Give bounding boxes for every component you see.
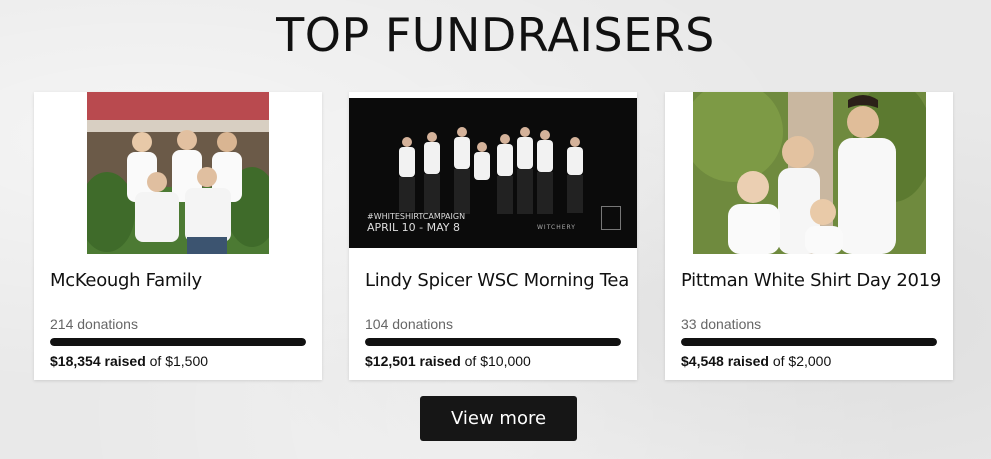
progress-bar	[50, 338, 306, 346]
donation-count: 33 donations	[681, 316, 762, 332]
donation-count: 214 donations	[50, 316, 138, 332]
raised-summary: $18,354 raised of $1,500	[50, 353, 208, 369]
progress-fill	[50, 338, 306, 346]
view-more-button[interactable]: View more	[420, 396, 577, 441]
fundraiser-card-mckeough[interactable]: McKeough Family 214 donations $18,354 ra…	[34, 92, 322, 380]
raised-amount: $12,501 raised	[365, 353, 461, 369]
goal-amount: of $1,500	[149, 353, 209, 369]
raised-summary: $4,548 raised of $2,000	[681, 353, 831, 369]
goal-amount: of $10,000	[464, 353, 531, 369]
banner-logo-icon	[601, 206, 621, 230]
section-title: TOP FUNDRAISERS	[276, 8, 715, 62]
raised-summary: $12,501 raised of $10,000	[365, 353, 531, 369]
fundraiser-photo	[693, 92, 926, 254]
progress-fill	[365, 338, 621, 346]
banner-hashtag: #WHITESHIRTCAMPAIGN	[367, 212, 466, 221]
progress-bar	[365, 338, 621, 346]
raised-amount: $18,354 raised	[50, 353, 146, 369]
fundraiser-card-lindy-spicer[interactable]: #WHITESHIRTCAMPAIGN APRIL 10 - MAY 8 WIT…	[349, 92, 637, 380]
goal-amount: of $2,000	[772, 353, 832, 369]
fundraiser-name[interactable]: Pittman White Shirt Day 2019	[681, 270, 941, 291]
progress-fill	[681, 338, 937, 346]
fundraiser-name[interactable]: McKeough Family	[50, 270, 202, 291]
banner-brand: WITCHERY	[537, 224, 576, 231]
progress-bar	[681, 338, 937, 346]
fundraiser-photo	[87, 92, 269, 254]
banner-dates: APRIL 10 - MAY 8	[367, 221, 461, 234]
fundraiser-name[interactable]: Lindy Spicer WSC Morning Tea	[365, 270, 629, 291]
fundraiser-card-pittman[interactable]: Pittman White Shirt Day 2019 33 donation…	[665, 92, 953, 380]
donation-count: 104 donations	[365, 316, 453, 332]
raised-amount: $4,548 raised	[681, 353, 769, 369]
